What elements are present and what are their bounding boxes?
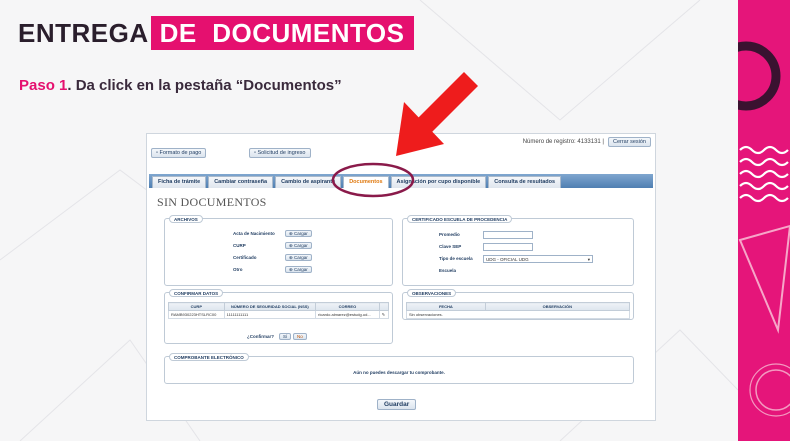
tab-ficha-tramite[interactable]: Ficha de trámite bbox=[152, 176, 207, 188]
school-type-value: UDG - OFICIAL UDG bbox=[486, 257, 529, 262]
upload-certificado-button[interactable]: ⊕ Cargar bbox=[285, 254, 312, 261]
step-text: . Da click en la pestaña “Documentos” bbox=[67, 77, 342, 94]
upload-label: Cargar bbox=[294, 243, 308, 248]
upload-label: Cargar bbox=[294, 231, 308, 236]
confirm-table: CURP NÚMERO DE SEGURIDAD SOCIAL (NSS) CO… bbox=[168, 302, 390, 319]
receipt-panel: COMPROBANTE ELECTRÓNICO Aún no puedes de… bbox=[164, 353, 634, 384]
file-label-otro: Otro bbox=[233, 267, 243, 272]
receipt-legend: COMPROBANTE ELECTRÓNICO bbox=[169, 353, 249, 361]
school-type-select[interactable]: UDG - OFICIAL UDG ▾ bbox=[483, 255, 593, 263]
confirm-yes-button[interactable]: Sí bbox=[279, 333, 292, 340]
observations-empty: Sin observaciones. bbox=[406, 310, 630, 319]
cell-correo: ricardo.almarez@estudg.ud... bbox=[315, 310, 380, 319]
tab-documentos[interactable]: Documentos bbox=[343, 176, 389, 188]
step-instruction: Paso 1. Da click en la pestaña “Document… bbox=[19, 77, 342, 94]
col-correo: CORREO bbox=[315, 302, 380, 311]
files-legend: ARCHIVOS bbox=[169, 215, 203, 223]
promedio-input[interactable] bbox=[483, 231, 533, 239]
col-nss: NÚMERO DE SEGURIDAD SOCIAL (NSS) bbox=[223, 302, 317, 311]
payment-format-button[interactable]: ▫ Formato de pago bbox=[151, 148, 207, 158]
sidebar-decoration bbox=[738, 41, 790, 417]
table-row: Sin observaciones. bbox=[406, 310, 630, 319]
file-label-curp: CURP bbox=[233, 243, 246, 248]
table-header-row: FECHA OBSERVACIÓN bbox=[406, 302, 631, 311]
pink-sidebar bbox=[738, 0, 790, 441]
clave-sep-label: Clave SEP bbox=[439, 244, 462, 249]
school-label: Escuela bbox=[439, 268, 457, 273]
confirm-legend: CONFIRMAR DATOS bbox=[169, 289, 224, 297]
files-panel: ARCHIVOS Acta de Nacimiento ⊕ Cargar CUR… bbox=[164, 215, 393, 286]
tab-cambiar-contrasena[interactable]: Cambiar contraseña bbox=[208, 176, 274, 188]
page-heading: SIN DOCUMENTOS bbox=[157, 195, 267, 209]
session-bar: Número de registro: 4133131 | Cerrar ses… bbox=[523, 137, 651, 147]
col-observacion: OBSERVACIÓN bbox=[484, 302, 631, 311]
tab-consulta-resultados[interactable]: Consulta de resultados bbox=[488, 176, 562, 188]
upload-label: Cargar bbox=[294, 267, 308, 272]
col-curp: CURP bbox=[168, 302, 225, 311]
app-screenshot: Número de registro: 4133131 | Cerrar ses… bbox=[146, 133, 656, 421]
certificate-legend: CERTIFICADO ESCUELA DE PROCEDENCIA bbox=[407, 215, 513, 223]
payment-format-label: Formato de pago bbox=[159, 150, 202, 156]
col-edit bbox=[378, 302, 390, 311]
tab-asignacion-cupo[interactable]: Asignación por cupo disponible bbox=[390, 176, 487, 188]
confirm-question: ¿Confirmar? bbox=[247, 334, 274, 339]
upload-label: Cargar bbox=[294, 255, 308, 260]
admission-request-button[interactable]: ▫ Solicitud de ingreso bbox=[249, 148, 311, 158]
col-fecha: FECHA bbox=[406, 302, 486, 311]
table-row: RAMB930223HTSLRC00 11111111111 ricardo.a… bbox=[168, 310, 390, 319]
receipt-message: Aún no puedes descargar tu comprobante. bbox=[353, 370, 445, 375]
tab-bar: Ficha de trámite Cambiar contraseña Camb… bbox=[149, 174, 653, 188]
upload-curp-button[interactable]: ⊕ Cargar bbox=[285, 242, 312, 249]
table-header-row: CURP NÚMERO DE SEGURIDAD SOCIAL (NSS) CO… bbox=[168, 302, 390, 311]
cell-curp: RAMB930223HTSLRC00 bbox=[168, 310, 225, 319]
edit-icon[interactable]: ✎ bbox=[378, 310, 390, 319]
title-part-1: ENTREGA bbox=[18, 17, 149, 48]
registration-number: Número de registro: 4133131 | bbox=[522, 139, 604, 145]
school-certificate-panel: CERTIFICADO ESCUELA DE PROCEDENCIA Prome… bbox=[402, 215, 634, 286]
school-type-label: Tipo de escuela bbox=[439, 256, 473, 261]
slide-title: ENTREGA DE DOCUMENTOS bbox=[18, 16, 414, 50]
observations-panel: OBSERVACIONES FECHA OBSERVACIÓN Sin obse… bbox=[402, 289, 634, 320]
observations-legend: OBSERVACIONES bbox=[407, 289, 457, 297]
file-label-certificado: Certificado bbox=[233, 255, 257, 260]
admission-request-label: Solicitud de ingreso bbox=[257, 150, 306, 156]
file-label-acta: Acta de Nacimiento bbox=[233, 231, 275, 236]
title-part-2: DE DOCUMENTOS bbox=[150, 16, 414, 50]
tab-cambio-aspirante[interactable]: Cambio de aspirante bbox=[275, 176, 342, 188]
clave-sep-input[interactable] bbox=[483, 243, 533, 251]
logout-button[interactable]: Cerrar sesión bbox=[607, 137, 651, 147]
confirm-data-panel: CONFIRMAR DATOS CURP NÚMERO DE SEGURIDAD… bbox=[164, 289, 393, 344]
chevron-down-icon: ▾ bbox=[587, 257, 590, 262]
observations-table: FECHA OBSERVACIÓN Sin observaciones. bbox=[406, 302, 631, 319]
cell-nss: 11111111111 bbox=[223, 310, 317, 319]
step-prefix: Paso 1 bbox=[19, 77, 68, 94]
promedio-label: Promedio bbox=[439, 232, 460, 237]
upload-otro-button[interactable]: ⊕ Cargar bbox=[285, 266, 312, 273]
upload-acta-button[interactable]: ⊕ Cargar bbox=[285, 230, 312, 237]
confirm-no-button[interactable]: No bbox=[293, 333, 307, 340]
save-button[interactable]: Guardar bbox=[377, 399, 417, 410]
